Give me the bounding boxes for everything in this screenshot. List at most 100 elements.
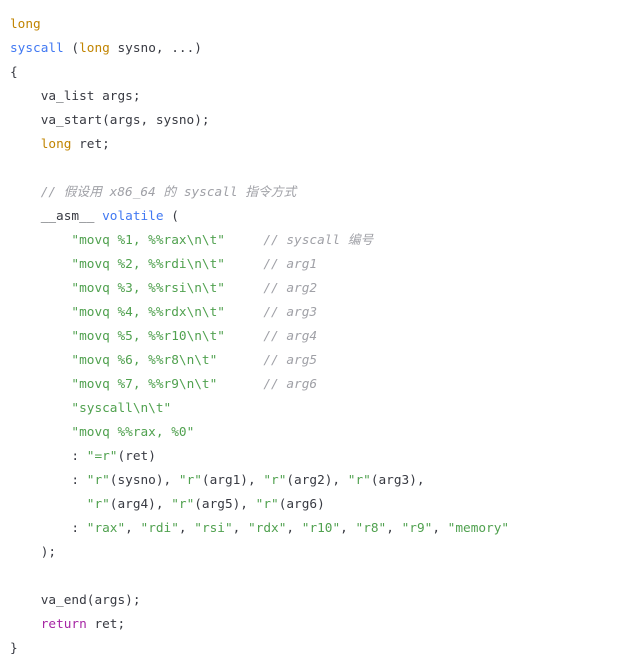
code-token-string: "rdi" bbox=[140, 521, 179, 536]
code-token-plain: ( bbox=[63, 41, 80, 56]
code-token-keyword: long bbox=[10, 17, 41, 32]
code-token-plain: (sysno), bbox=[109, 473, 179, 488]
code-token-string: "rdx" bbox=[248, 521, 287, 536]
code-token-string: "movq %1, %%rax\n\t" bbox=[71, 233, 225, 248]
code-line: : "rax", "rdi", "rsi", "rdx", "r10", "r8… bbox=[10, 517, 621, 541]
code-token-string: "r" bbox=[86, 473, 110, 488]
code-token-string: "rsi" bbox=[194, 521, 233, 536]
code-token-plain: (arg1), bbox=[201, 473, 264, 488]
code-line: "syscall\n\t" bbox=[10, 397, 621, 421]
code-token-string: "movq %7, %%r9\n\t" bbox=[71, 377, 218, 392]
code-token-comment: // arg1 bbox=[263, 257, 318, 272]
code-line: : "r"(sysno), "r"(arg1), "r"(arg2), "r"(… bbox=[10, 469, 621, 493]
code-token-string: "syscall\n\t" bbox=[71, 401, 172, 416]
code-token-plain: (arg4), bbox=[109, 497, 172, 512]
code-line: return ret; bbox=[10, 613, 621, 637]
code-token-plain: va_end(args); bbox=[10, 593, 141, 608]
code-token-plain: ret; bbox=[86, 617, 126, 632]
code-token-string: "r9" bbox=[401, 521, 433, 536]
code-token-plain: , bbox=[432, 521, 448, 536]
code-block: long syscall (long sysno, ...){ va_list a… bbox=[0, 0, 621, 668]
code-line: "movq %4, %%rdx\n\t" // arg3 bbox=[10, 301, 621, 325]
code-token-string: "r8" bbox=[355, 521, 387, 536]
code-token-plain: (ret) bbox=[117, 449, 156, 464]
code-token-string: "r" bbox=[86, 497, 110, 512]
code-line: } bbox=[10, 637, 621, 661]
code-line: "movq %6, %%r8\n\t" // arg5 bbox=[10, 349, 621, 373]
code-token-comment: // arg6 bbox=[263, 377, 318, 392]
code-line: va_end(args); bbox=[10, 589, 621, 613]
code-line: // 假设用 x86_64 的 syscall 指令方式 bbox=[10, 181, 621, 205]
code-token-plain: ret; bbox=[71, 137, 110, 152]
code-token-plain: (arg5), bbox=[194, 497, 256, 512]
code-token-plain: (arg3), bbox=[370, 473, 425, 488]
code-line: "movq %5, %%r10\n\t" // arg4 bbox=[10, 325, 621, 349]
code-token-plain: ( bbox=[163, 209, 179, 224]
code-token-plain: va_list args; bbox=[10, 89, 141, 104]
code-token-plain: (arg6) bbox=[278, 497, 325, 512]
code-token-keyword: long bbox=[40, 137, 72, 152]
code-token-plain: sysno, ...) bbox=[109, 41, 202, 56]
code-line: long bbox=[10, 13, 621, 37]
code-token-plain: } bbox=[10, 641, 18, 656]
code-token-plain: , bbox=[340, 521, 356, 536]
code-token-plain: (arg2), bbox=[286, 473, 348, 488]
code-token-comment: // arg5 bbox=[263, 353, 318, 368]
code-token-function: syscall bbox=[10, 41, 64, 56]
code-token-keyword: long bbox=[79, 41, 110, 56]
code-line: long ret; bbox=[10, 133, 621, 157]
code-token-string: "movq %2, %%rdi\n\t" bbox=[71, 257, 225, 272]
code-token-string: "memory" bbox=[447, 521, 510, 536]
code-line: va_list args; bbox=[10, 85, 621, 109]
code-line: va_start(args, sysno); bbox=[10, 109, 621, 133]
code-token-string: "movq %%rax, %0" bbox=[71, 425, 195, 440]
code-token-string: "r" bbox=[263, 473, 287, 488]
code-line: { bbox=[10, 61, 621, 85]
code-token-string: "r" bbox=[178, 473, 202, 488]
code-line: "movq %1, %%rax\n\t" // syscall 编号 bbox=[10, 229, 621, 253]
code-token-plain: , bbox=[178, 521, 195, 536]
code-token-string: "movq %5, %%r10\n\t" bbox=[71, 329, 225, 344]
code-line: "r"(arg4), "r"(arg5), "r"(arg6) bbox=[10, 493, 621, 517]
code-token-string: "r10" bbox=[301, 521, 341, 536]
code-token-plain: ); bbox=[10, 545, 57, 560]
code-token-string: "movq %6, %%r8\n\t" bbox=[71, 353, 218, 368]
code-token-comment: // 假设用 x86_64 的 syscall 指令方式 bbox=[40, 185, 297, 200]
code-token-string: "r" bbox=[171, 497, 195, 512]
code-token-plain: : bbox=[10, 521, 87, 536]
code-token-plain: , bbox=[286, 521, 302, 536]
code-token-string: "r" bbox=[347, 473, 371, 488]
code-token-string: "rax" bbox=[86, 521, 126, 536]
code-token-string: "=r" bbox=[86, 449, 118, 464]
code-token-comment: // arg4 bbox=[263, 329, 318, 344]
code-token-plain: : bbox=[10, 473, 87, 488]
code-token-plain: , bbox=[232, 521, 249, 536]
code-token-comment: // syscall 编号 bbox=[263, 233, 374, 248]
code-token-plain: : bbox=[10, 449, 87, 464]
code-line: "movq %7, %%r9\n\t" // arg6 bbox=[10, 373, 621, 397]
code-token-string: "movq %4, %%rdx\n\t" bbox=[71, 305, 225, 320]
code-line: __asm__ volatile ( bbox=[10, 205, 621, 229]
code-token-control: return bbox=[40, 617, 87, 632]
code-line: "movq %2, %%rdi\n\t" // arg1 bbox=[10, 253, 621, 277]
code-line: "movq %%rax, %0" bbox=[10, 421, 621, 445]
